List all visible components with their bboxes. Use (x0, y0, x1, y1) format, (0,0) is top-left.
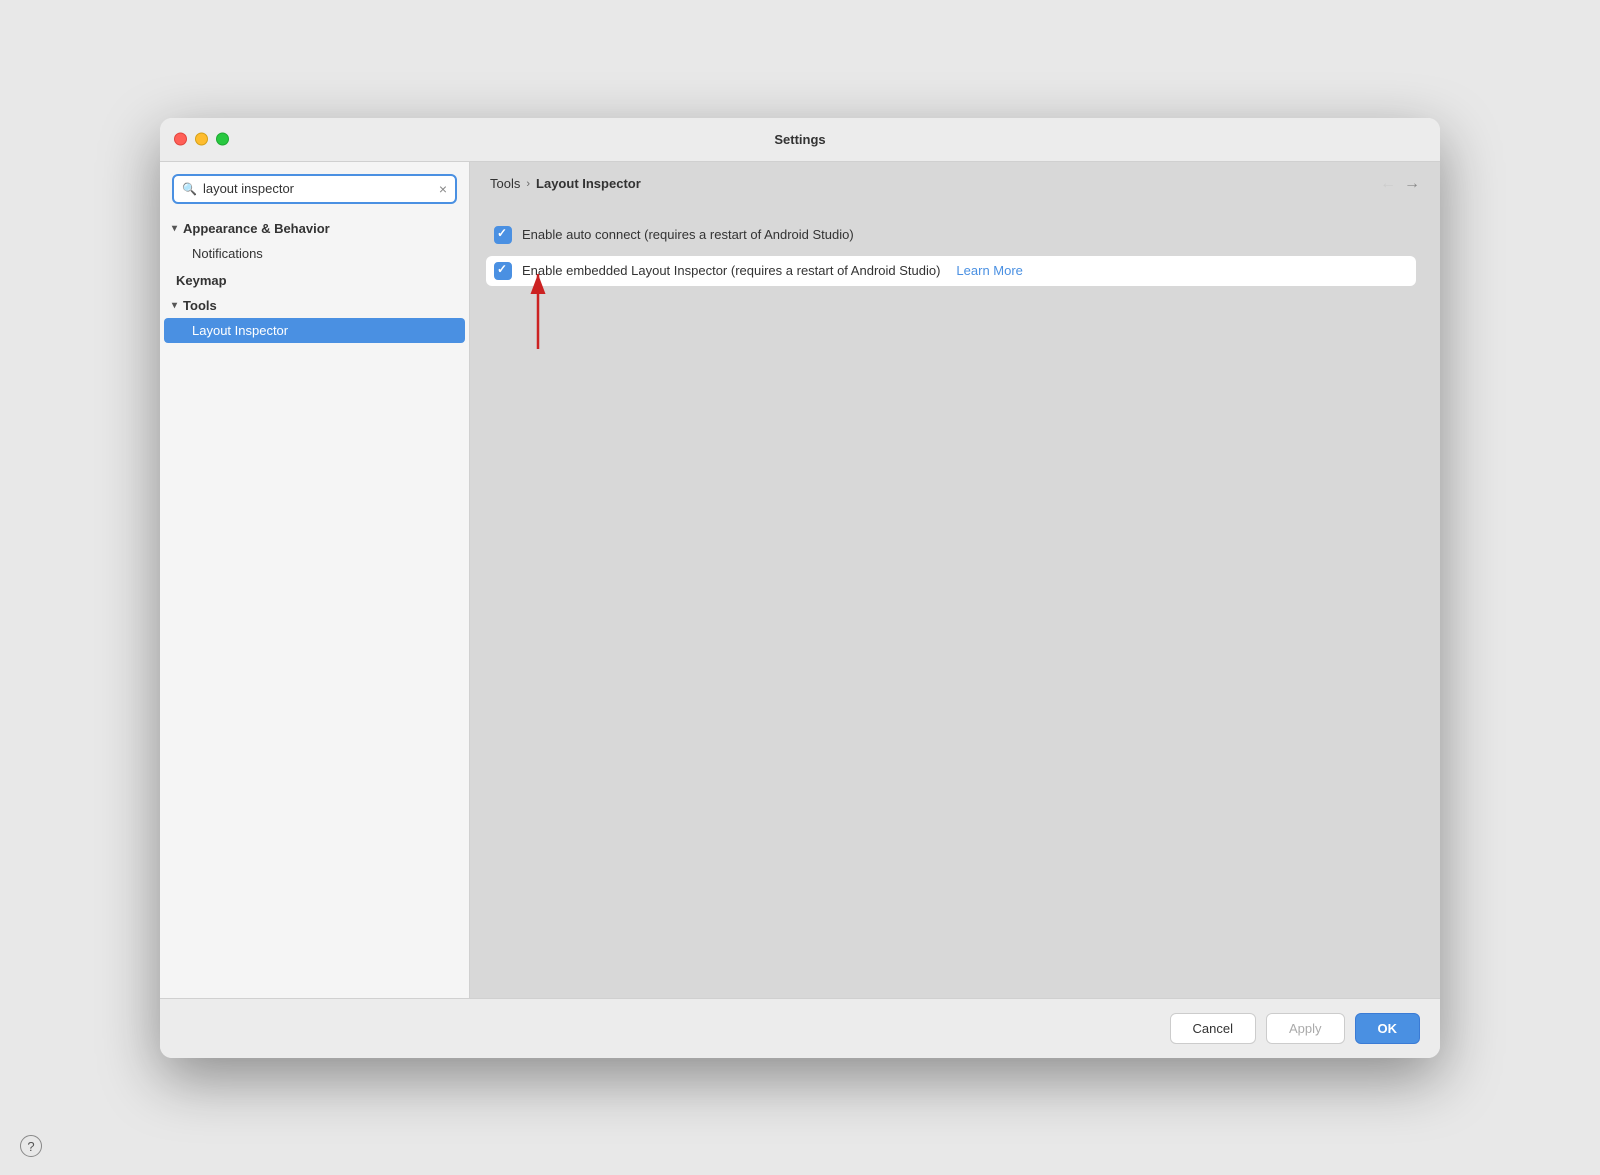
right-panel: Tools › Layout Inspector ← → Enable auto… (470, 162, 1440, 998)
nav-group-appearance-label: Appearance & Behavior (183, 221, 330, 236)
search-box[interactable]: 🔍 × (172, 174, 457, 204)
nav-group-tools-label: Tools (183, 298, 217, 313)
breadcrumb-parent: Tools (490, 176, 520, 191)
panel-body: Enable auto connect (requires a restart … (470, 206, 1440, 998)
ok-button[interactable]: OK (1355, 1013, 1421, 1044)
embedded-inspector-label: Enable embedded Layout Inspector (requir… (522, 263, 940, 278)
search-icon: 🔍 (182, 182, 197, 196)
arrow-annotation (508, 264, 568, 357)
cancel-button[interactable]: Cancel (1170, 1013, 1256, 1044)
sidebar-item-layout-inspector-label: Layout Inspector (192, 323, 288, 338)
learn-more-link[interactable]: Learn More (956, 263, 1022, 278)
setting-embedded-inspector-row: Enable embedded Layout Inspector (requir… (486, 256, 1416, 286)
breadcrumb-separator: › (526, 178, 530, 190)
breadcrumb-current: Layout Inspector (536, 176, 641, 191)
sidebar-item-notifications[interactable]: Notifications (160, 241, 469, 266)
window-title: Settings (774, 132, 825, 147)
apply-button[interactable]: Apply (1266, 1013, 1345, 1044)
breadcrumb: Tools › Layout Inspector (490, 176, 641, 191)
search-input[interactable] (203, 181, 433, 196)
nav-section-appearance: ▾ Appearance & Behavior Notifications (160, 216, 469, 266)
nav-section-tools: ▾ Tools Layout Inspector (160, 293, 469, 343)
back-arrow-button[interactable]: ← (1380, 176, 1396, 192)
panel-nav-arrows: ← → (1380, 176, 1420, 192)
sidebar-item-keymap[interactable]: Keymap (160, 268, 469, 293)
chevron-down-icon: ▾ (172, 223, 177, 234)
main-content: 🔍 × ▾ Appearance & Behavior Notification… (160, 162, 1440, 998)
sidebar: 🔍 × ▾ Appearance & Behavior Notification… (160, 162, 470, 998)
settings-window: Settings 🔍 × ▾ Appearance & Behavior (160, 118, 1440, 1058)
sidebar-item-notifications-label: Notifications (192, 246, 263, 261)
sidebar-item-keymap-label: Keymap (176, 273, 227, 288)
setting-auto-connect-row: Enable auto connect (requires a restart … (494, 226, 1416, 244)
traffic-lights (174, 133, 229, 146)
annotation-arrow (508, 264, 568, 354)
auto-connect-label: Enable auto connect (requires a restart … (522, 227, 854, 242)
auto-connect-checkbox[interactable] (494, 226, 512, 244)
auto-connect-checkbox-wrapper (494, 226, 512, 244)
panel-header: Tools › Layout Inspector ← → (470, 162, 1440, 206)
close-button[interactable] (174, 133, 187, 146)
nav-group-tools[interactable]: ▾ Tools (160, 293, 469, 318)
maximize-button[interactable] (216, 133, 229, 146)
minimize-button[interactable] (195, 133, 208, 146)
nav-group-appearance[interactable]: ▾ Appearance & Behavior (160, 216, 469, 241)
titlebar: Settings (160, 118, 1440, 162)
search-clear-button[interactable]: × (439, 181, 447, 197)
chevron-down-icon-tools: ▾ (172, 300, 177, 311)
nav-tree: ▾ Appearance & Behavior Notifications Ke… (160, 212, 469, 998)
footer: ? Cancel Apply OK (160, 998, 1440, 1058)
forward-arrow-button[interactable]: → (1404, 176, 1420, 192)
sidebar-item-layout-inspector[interactable]: Layout Inspector (164, 318, 465, 343)
